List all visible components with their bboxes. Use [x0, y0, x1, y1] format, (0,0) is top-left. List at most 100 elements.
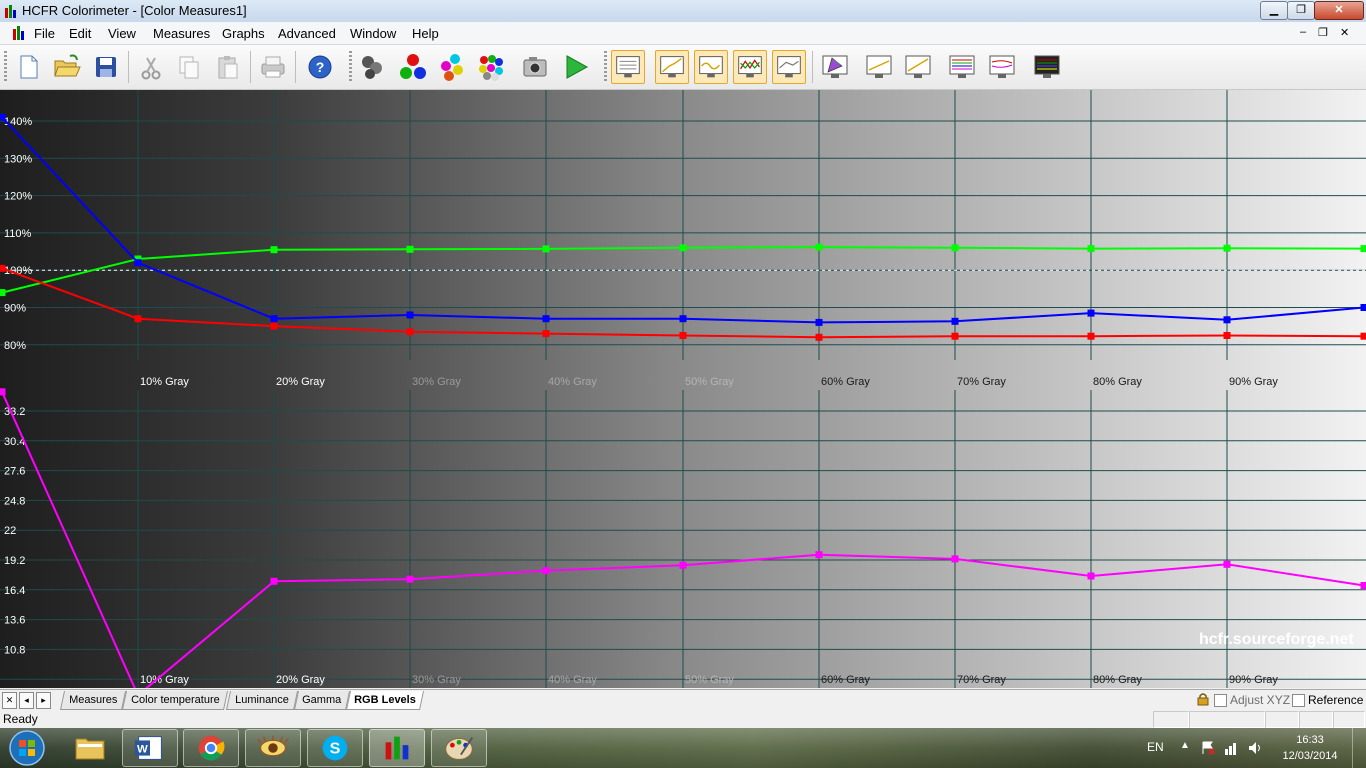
tab-nav-first-button[interactable]: ✕ — [2, 692, 17, 709]
y-tick-label: 13.6 — [4, 615, 25, 627]
y-tick-label: 130% — [4, 153, 32, 165]
y-tick-label: 80% — [4, 340, 26, 352]
tab-nav-prev-button[interactable]: ◂ — [19, 692, 34, 709]
saturation-luminance-icon[interactable] — [985, 50, 1019, 84]
data-point — [406, 575, 414, 583]
saturation-shift-icon[interactable] — [945, 50, 979, 84]
menu-edit[interactable]: Edit — [69, 26, 91, 41]
data-point — [1087, 245, 1095, 253]
status-panel — [1299, 711, 1333, 728]
hcfr-icon[interactable] — [369, 729, 425, 767]
maximize-button[interactable]: ❐ — [1287, 1, 1315, 20]
sensor-icon[interactable] — [356, 50, 390, 84]
data-point — [951, 244, 959, 252]
view-gamma-icon[interactable] — [733, 50, 767, 84]
reference-label: Reference — [1308, 693, 1364, 707]
toolbar-grip[interactable] — [349, 51, 352, 83]
mdi-minimize-button[interactable]: – — [1300, 26, 1306, 38]
view-rgb-levels-icon[interactable] — [772, 50, 806, 84]
data-point — [1360, 332, 1366, 340]
data-point — [134, 259, 142, 267]
action-center-icon[interactable] — [1200, 740, 1216, 756]
toolbar-grip[interactable] — [604, 51, 607, 83]
multi-color-balls-icon[interactable] — [474, 50, 508, 84]
copy-icon[interactable] — [172, 50, 206, 84]
tab-color-temperature[interactable]: Color temperature — [121, 691, 229, 710]
svg-text:W: W — [137, 744, 148, 756]
menu-view[interactable]: View — [108, 26, 136, 41]
rgb-levels-chart: 80% 90% 100% 110% 120% 130% 140% 10% Gray 20% Gr… — [0, 90, 1366, 688]
show-desktop-button[interactable] — [1352, 728, 1366, 768]
tab-label: Color temperature — [130, 694, 220, 706]
word-icon[interactable]: W — [122, 729, 178, 767]
clock-time[interactable]: 16:33 — [1275, 734, 1345, 746]
volume-icon[interactable] — [1247, 740, 1263, 756]
close-button[interactable]: ✕ — [1314, 1, 1364, 20]
eye-app-icon[interactable] — [245, 729, 301, 767]
status-panel — [1189, 711, 1265, 728]
menu-advanced[interactable]: Advanced — [278, 26, 336, 41]
network-icon[interactable] — [1223, 740, 1239, 756]
cut-icon[interactable] — [134, 50, 168, 84]
minimize-button[interactable]: ▁ — [1260, 1, 1288, 20]
x-category-label: 10% Gray — [140, 674, 189, 686]
mdi-close-button[interactable]: ✕ — [1340, 26, 1349, 39]
language-indicator[interactable]: EN — [1147, 740, 1164, 754]
x-category-label: 40% Gray — [548, 376, 597, 388]
menu-measures[interactable]: Measures — [153, 26, 210, 41]
color-balls-icon[interactable] — [435, 50, 469, 84]
camera-icon[interactable] — [518, 50, 552, 84]
lock-icon[interactable] — [1197, 692, 1211, 706]
cie-diagram-icon[interactable] — [818, 50, 852, 84]
mdi-restore-button[interactable]: ❐ — [1318, 26, 1328, 39]
view-luminance-icon[interactable] — [694, 50, 728, 84]
y-tick-label: 22 — [4, 525, 16, 537]
open-folder-icon[interactable] — [50, 50, 84, 84]
print-icon[interactable] — [256, 50, 290, 84]
tab-rgb-levels[interactable]: RGB Levels — [345, 691, 425, 710]
adjust-xyz-checkbox[interactable] — [1214, 694, 1227, 707]
view-color-temp-icon[interactable] — [655, 50, 689, 84]
toolbar-separator — [128, 51, 129, 83]
view-measures-icon[interactable] — [611, 50, 645, 84]
tab-gamma[interactable]: Gamma — [293, 691, 351, 710]
play-icon[interactable] — [559, 50, 593, 84]
tab-measures[interactable]: Measures — [59, 691, 127, 710]
x-category-label: 20% Gray — [276, 674, 325, 686]
help-icon[interactable]: ? — [303, 50, 337, 84]
clock-date[interactable]: 12/03/2014 — [1275, 750, 1345, 762]
near-black-icon[interactable] — [862, 50, 896, 84]
menu-window[interactable]: Window — [350, 26, 396, 41]
menu-bar: File Edit View Measures Graphs Advanced … — [0, 22, 1366, 45]
data-point — [542, 567, 550, 575]
document-icon[interactable] — [12, 26, 28, 40]
new-document-icon[interactable] — [11, 50, 45, 84]
x-category-label: 90% Gray — [1229, 376, 1278, 388]
reference-checkbox[interactable] — [1292, 694, 1305, 707]
toolbar-separator — [250, 51, 251, 83]
paint-icon[interactable] — [431, 729, 487, 767]
color-checker-icon[interactable] — [1030, 50, 1064, 84]
save-icon[interactable] — [89, 50, 123, 84]
tab-luminance[interactable]: Luminance — [225, 691, 299, 710]
data-point — [406, 245, 414, 253]
rgb-balls-icon[interactable] — [396, 50, 430, 84]
data-point — [270, 322, 278, 330]
near-white-icon[interactable] — [901, 50, 935, 84]
view-tab-bar: ✕ ◂ ▸ Measures Color temperature Luminan… — [0, 689, 1366, 711]
explorer-icon[interactable] — [62, 729, 118, 767]
x-category-label: 30% Gray — [412, 674, 461, 686]
menu-graphs[interactable]: Graphs — [222, 26, 265, 41]
menu-file[interactable]: File — [34, 26, 55, 41]
tab-nav-next-button[interactable]: ▸ — [36, 692, 51, 709]
toolbar: ? — [0, 45, 1366, 90]
skype-icon[interactable]: S — [307, 729, 363, 767]
data-point — [1223, 244, 1231, 252]
toolbar-grip[interactable] — [4, 51, 7, 83]
x-category-label: 90% Gray — [1229, 674, 1278, 686]
chrome-icon[interactable] — [183, 729, 239, 767]
menu-help[interactable]: Help — [412, 26, 439, 41]
show-hidden-icons-icon[interactable]: ▲ — [1180, 740, 1190, 751]
start-button[interactable] — [2, 729, 52, 767]
paste-icon[interactable] — [211, 50, 245, 84]
